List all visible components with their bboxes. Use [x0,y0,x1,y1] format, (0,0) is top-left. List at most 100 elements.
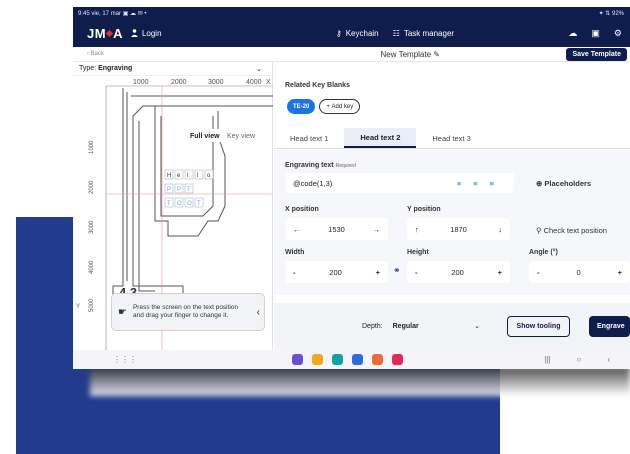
y-tick: 4000 [89,260,95,274]
full-view-toggle[interactable]: Full view [190,133,220,140]
search-icon: ⚲ [536,226,542,235]
recents-icon[interactable]: ||| [544,355,550,364]
related-blanks-title: Related Key Blanks [285,82,350,89]
align-icons: ≡≡≡ [332,179,506,188]
arrow-right-icon[interactable]: → [373,225,381,234]
engraved-letter: P [177,187,181,193]
key-chip-row: TE-20 + Add key [287,99,361,114]
width-stepper[interactable]: -200 + [285,261,388,283]
check-text-label: Check text position [543,226,607,235]
placeholders-label: Placeholders [544,179,592,188]
align-center-icon[interactable]: ≡ [473,179,489,188]
check-text-position-button[interactable]: ⚲ Check text position [536,226,607,235]
logo-a: A [113,25,123,41]
system-nav-buttons: ||| ○ ‹ [544,355,610,364]
arrow-left-icon[interactable]: ← [293,225,301,234]
task-manager-label: Task manager [403,28,455,38]
top-nav: JM A Login ⚷ Keychain ☷ Task manager ☁ ▣ ⚙ [73,19,630,47]
height-value: 200 [451,267,464,277]
app-dock [292,354,403,365]
tab-head-text-3[interactable]: Head text 3 [416,128,486,148]
y-tick-labels: 1000 2000 3000 4000 5000 Y [76,140,95,312]
add-key-button[interactable]: + Add key [319,99,361,114]
x-position-stepper[interactable]: ← 1530 → [285,218,388,240]
key-view-toggle[interactable]: Key view [227,133,256,140]
chevron-down-icon: ⌄ [256,65,262,73]
y-tick: 5000 [89,298,95,312]
back-link[interactable]: ‹ Back [87,51,104,57]
preview-panel: Type: Engraving ⌄ 1000 2000 3000 4000 X … [73,62,273,350]
key-chip-te20[interactable]: TE-20 [287,99,316,114]
status-left: 9:45 vie, 17 mar ▣ ☁ ✉ • [78,10,147,17]
gear-icon[interactable]: ⚙ [614,28,622,39]
type-selector[interactable]: Type: Engraving ⌄ [73,62,272,76]
y-axis-label: Y [76,304,80,310]
cloud-icon[interactable]: ☁ [568,28,577,39]
y-tick: 2000 [89,180,95,194]
engraved-letter: H [167,173,171,179]
align-left-icon[interactable]: ≡ [457,179,473,188]
back-icon[interactable]: ‹ [607,355,610,364]
x-tick-labels: 1000 2000 3000 4000 X [133,79,271,86]
template-title: New Template ✎ [381,50,440,59]
arrow-down-icon[interactable]: ↓ [498,225,502,234]
width-value: 200 [329,267,342,277]
home-icon[interactable]: ○ [576,355,581,364]
login-label: Login [141,28,162,38]
link-icon[interactable]: ⚭ [393,265,401,276]
show-tooling-button[interactable]: Show tooling [507,316,570,337]
engraved-letter: T [197,201,201,207]
action-bar: Depth: Regular ⌄ Show tooling Engrave [274,303,630,350]
files-app-icon[interactable] [312,354,323,365]
engraving-text-input[interactable]: @code(1,3) ≡≡≡ [285,173,514,193]
task-manager-button[interactable]: ☷ Task manager [393,29,454,38]
tab-head-text-2[interactable]: Head text 2 [344,128,417,148]
plus-icon[interactable]: + [618,268,622,277]
engraved-letter: l [197,173,198,179]
save-template-button[interactable]: Save Template [566,47,627,61]
messages-app-icon[interactable] [352,354,363,365]
machine-icon[interactable]: ▣ [591,28,600,39]
type-label: Type: [79,65,97,72]
pencil-icon[interactable]: ✎ [433,50,440,59]
engraving-text-label: Engraving text Required [285,162,356,169]
key-engraving-text: He l l oP P TT O O T [164,169,214,208]
engraved-letter: O [187,201,192,207]
add-key-label: Add key [331,103,354,110]
x-position-label: X position [285,206,319,213]
login-button[interactable]: Login [130,28,162,38]
contacts-app-icon[interactable] [372,354,383,365]
status-bar: 9:45 vie, 17 mar ▣ ☁ ✉ • ✦ ⇅ 92% [73,7,630,19]
angle-label: Angle (°) [529,249,558,256]
keychain-label: Keychain [345,28,379,38]
chevron-down-icon: ⌄ [474,323,480,330]
x-tick: 4000 [246,79,262,86]
android-nav-bar: ⋮⋮⋮ ||| ○ ‹ [73,350,630,369]
engrave-button[interactable]: Engrave [589,316,630,337]
app-drawer-icon[interactable]: ⋮⋮⋮ [113,355,137,364]
angle-stepper[interactable]: -0 + [529,261,630,283]
screen-recorder-app-icon[interactable] [392,354,403,365]
drag-hint-card: ☛ Press the screen on the text position … [111,293,265,331]
y-position-stepper[interactable]: ↑ 1870 ↓ [407,218,510,240]
height-stepper[interactable]: -200 + [407,261,510,283]
tablet-shadow [90,366,630,396]
plus-icon[interactable]: + [498,268,502,277]
plus-icon[interactable]: + [376,268,380,277]
chevron-left-icon[interactable]: ‹ [257,306,260,319]
tab-head-text-1[interactable]: Head text 1 [274,128,344,148]
required-tag: Required [335,163,356,169]
nav-right: ☁ ▣ ⚙ [568,28,622,39]
placeholders-button[interactable]: ⊕ Placeholders [536,179,591,188]
align-right-icon[interactable]: ≡ [490,179,506,188]
type-field: Type: Engraving [79,65,132,72]
head-text-tabs: Head text 1 Head text 2 Head text 3 [274,128,630,149]
type-value: Engraving [98,65,133,72]
keychain-button[interactable]: ⚷ Keychain [336,29,379,38]
depth-select[interactable]: Depth: Regular ⌄ [362,316,492,336]
calendar-app-icon[interactable] [332,354,343,365]
plus-icon: + [326,103,330,110]
template-name: New Template [380,49,432,59]
internet-app-icon[interactable] [292,354,303,365]
hand-pointer-icon: ☛ [118,306,127,318]
